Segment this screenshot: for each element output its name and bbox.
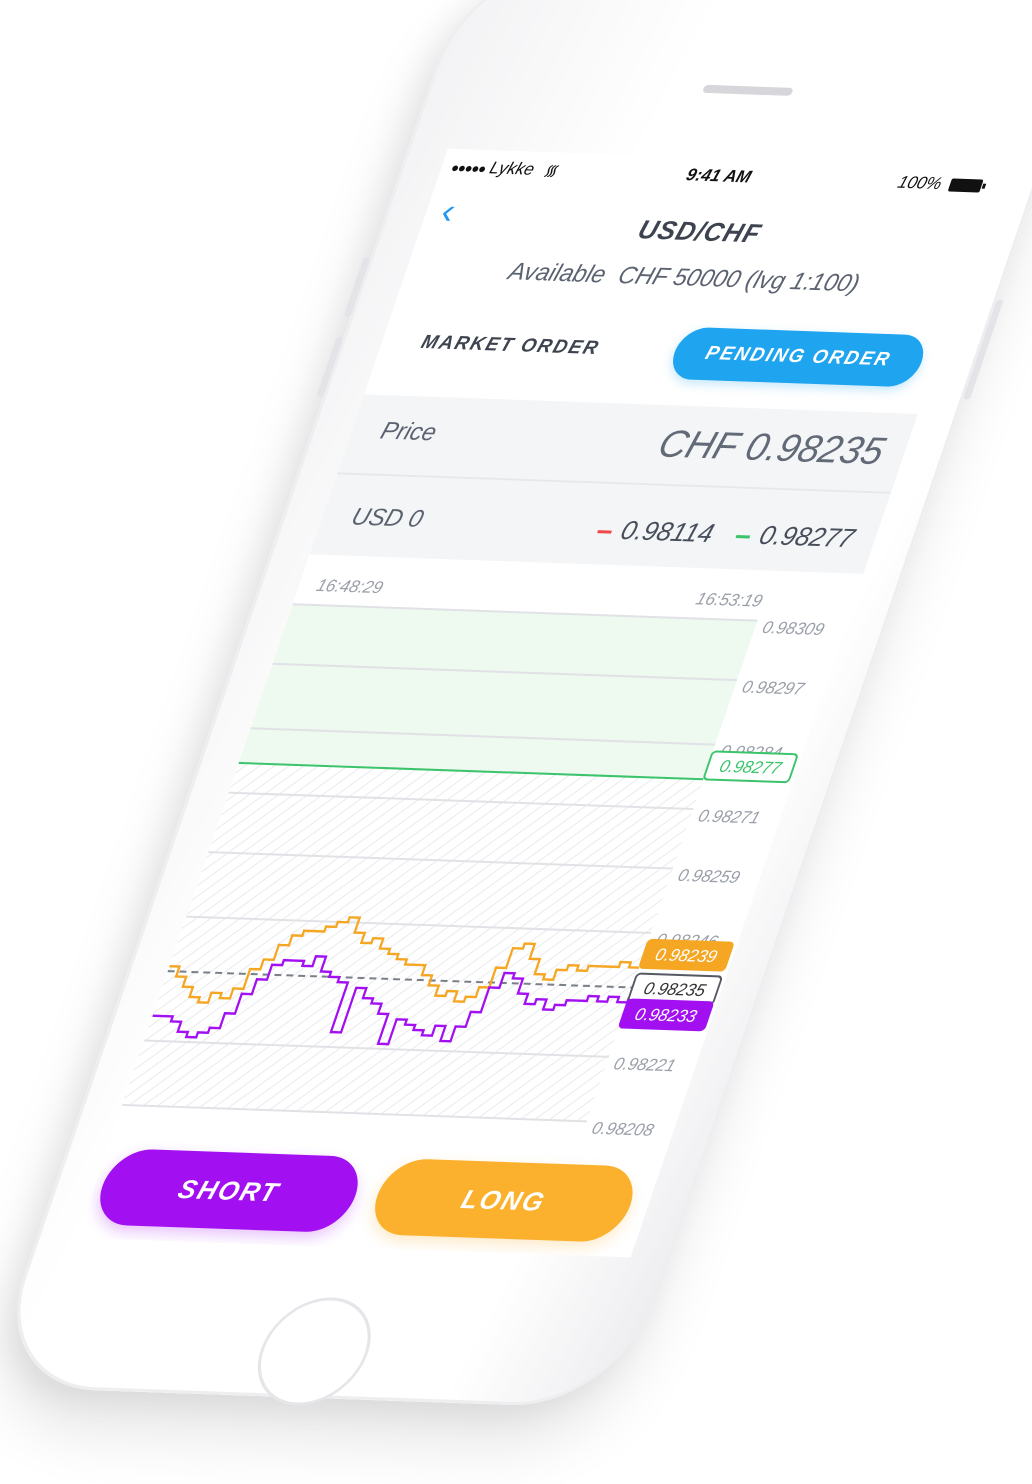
power-button	[962, 299, 1004, 400]
y-tick-label: 0.98259	[675, 865, 743, 887]
price-label: Price	[377, 417, 441, 447]
available-balance: Available CHF 50000 (lvg 1:100)	[402, 254, 965, 302]
tab-pending-order[interactable]: PENDING ORDER	[665, 326, 931, 388]
battery-indicator: 100%	[895, 173, 985, 196]
price-chart[interactable]: 16:48:2916:53:190.983090.982970.982840.9…	[117, 560, 861, 1139]
short-button[interactable]: SHORT	[89, 1148, 369, 1234]
long-button[interactable]: LONG	[364, 1157, 644, 1243]
battery-percent: 100%	[895, 172, 945, 194]
y-tick-label: 0.98221	[611, 1054, 678, 1076]
bid-price: 0.98114	[617, 514, 719, 549]
ask-zone	[238, 604, 758, 780]
y-tick-label: 0.98271	[696, 806, 763, 828]
tab-market-order[interactable]: MARKET ORDER	[418, 332, 602, 360]
time-end-label: 16:53:19	[693, 589, 765, 611]
phone-mockup: ●●●●● Lykke ᯾ 9:41 AM 100% ‹ USD/CHF Ava…	[0, 0, 1032, 1409]
battery-icon	[947, 178, 984, 193]
price-chart-svg: 16:48:2916:53:190.983090.982970.982840.9…	[121, 575, 828, 1139]
price-value: CHF 0.98235	[652, 423, 890, 474]
amount-label: USD 0	[347, 503, 427, 533]
ask-price: 0.98277	[755, 519, 859, 554]
available-value: CHF 50000 (lvg 1:100)	[614, 261, 864, 298]
time-start-label: 16:48:29	[314, 575, 386, 597]
volume-down-button	[316, 336, 344, 397]
volume-up-button	[343, 256, 371, 318]
available-label: Available	[504, 258, 610, 289]
y-tick-label: 0.98297	[740, 677, 809, 699]
status-bar: ●●●●● Lykke ᯾ 9:41 AM 100%	[436, 149, 1001, 203]
bid-ask-quotes: 0.98114 0.98277	[569, 513, 859, 554]
y-tick-label: 0.98208	[589, 1118, 657, 1139]
stage: ●●●●● Lykke ᯾ 9:41 AM 100% ‹ USD/CHF Ava…	[0, 0, 1032, 1484]
earpiece-speaker	[702, 84, 794, 96]
page-title: USD/CHF	[634, 214, 766, 249]
y-tick-label: 0.98309	[760, 617, 828, 639]
order-price-value: 0.98235	[641, 978, 709, 1000]
app-screen: ●●●●● Lykke ᯾ 9:41 AM 100% ‹ USD/CHF Ava…	[76, 148, 1002, 1258]
ask-marker-icon	[735, 534, 751, 539]
long-price-value: 0.98239	[653, 944, 721, 966]
short-price-value: 0.98233	[632, 1004, 700, 1026]
bid-marker-icon	[597, 529, 613, 534]
home-button[interactable]	[242, 1295, 387, 1408]
order-type-tabs: MARKET ORDER PENDING ORDER	[372, 316, 945, 392]
ask-level-value: 0.98277	[717, 756, 786, 778]
